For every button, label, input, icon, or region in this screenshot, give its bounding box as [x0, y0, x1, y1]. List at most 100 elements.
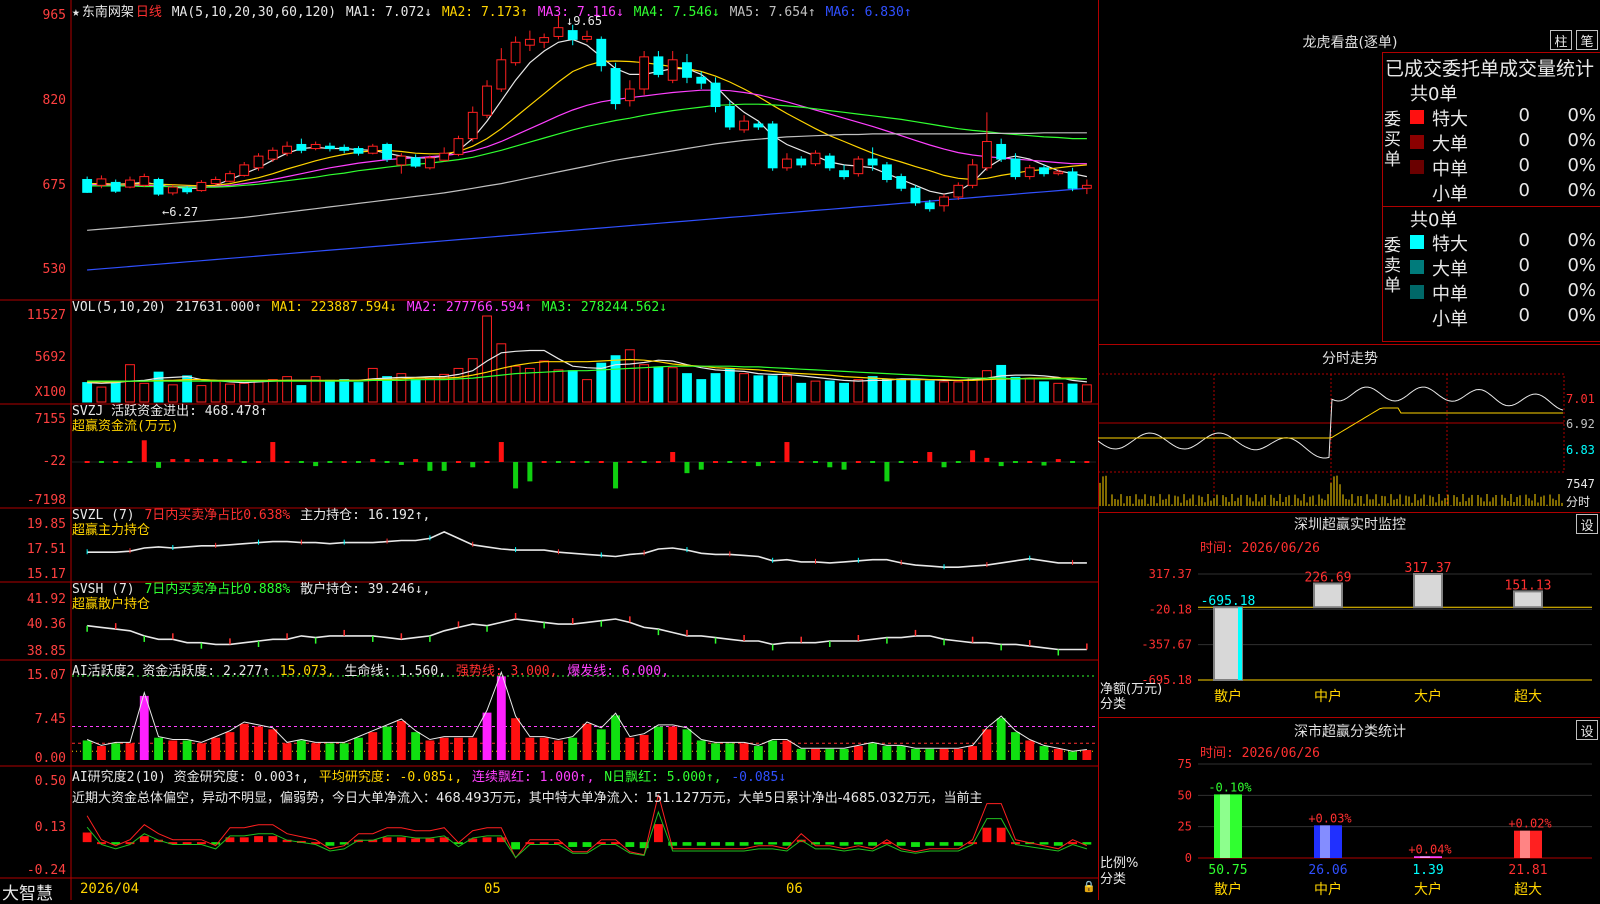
candle-body: [325, 145, 335, 150]
volume-bar: [267, 379, 278, 403]
fenshi-chart[interactable]: [1098, 366, 1600, 511]
ai-bar: [596, 729, 606, 760]
svzj-bar: [527, 462, 533, 482]
svzl-axis-mid: 17.51: [26, 542, 66, 557]
volume-bar: [967, 377, 978, 403]
ai-bar: [996, 718, 1006, 760]
ai-bar: [568, 737, 578, 760]
ai2-axis-bot: -0.24: [26, 863, 66, 878]
candle-body: [482, 85, 492, 116]
fenshi-top-border: [1098, 344, 1600, 345]
ma-item-4: MA5: 7.654↑: [729, 5, 824, 20]
ai-item-4: 爆发线: 6.000,: [567, 664, 669, 679]
candle-body: [753, 123, 764, 128]
svzl-axis-bot: 15.17: [26, 567, 66, 582]
ai-bar: [582, 723, 592, 760]
buy-row-name: 小单: [1432, 184, 1468, 205]
svzj-bar: [798, 461, 804, 463]
zhu-button[interactable]: 柱: [1550, 30, 1572, 50]
volume-bar: [82, 382, 93, 403]
ai-bar: [196, 743, 206, 760]
main-chart-canvas[interactable]: [0, 0, 1098, 900]
buy-row-color-swatch: [1410, 135, 1424, 149]
vol-header: VOL(5,10,20) 217631.000↑ MA1: 223887.594…: [72, 300, 671, 315]
candle-body: [967, 164, 978, 186]
candle-body: [267, 149, 278, 160]
svzj-bar: [127, 461, 133, 463]
sell-row-pct: 0%: [1567, 305, 1596, 326]
ai2-bar: [539, 842, 549, 845]
sell-side-label: 委卖单: [1384, 236, 1401, 296]
ai-bar: [1025, 740, 1035, 760]
ai-bar: [325, 743, 335, 760]
volume-bar: [1024, 378, 1035, 403]
ai-bar: [211, 737, 221, 760]
ai-bar: [653, 726, 663, 760]
candle-body: [367, 145, 378, 154]
monitor-bar-label: 226.69: [1305, 570, 1352, 585]
sell-row-count: 0: [1518, 280, 1530, 301]
volume-bar: [1039, 381, 1049, 403]
volume-bar: [981, 370, 992, 403]
volume-bar: [139, 382, 150, 403]
monitor-bar-大户: [1413, 573, 1443, 609]
candle-body: [1053, 171, 1064, 175]
candle-body: [639, 56, 650, 90]
candle-body: [210, 178, 221, 185]
ai-bar: [382, 726, 392, 760]
sell-row-count: 0: [1518, 255, 1530, 276]
ai-axis-top: 15.07: [26, 668, 66, 683]
class-category-label: 散户: [1214, 881, 1242, 898]
volume-bar: [125, 364, 135, 403]
ai2-bar: [382, 837, 392, 843]
ai-item-1: 15.073,: [279, 664, 343, 679]
monitor-settings-button[interactable]: 设: [1576, 514, 1598, 534]
ai2-bar: [482, 837, 492, 843]
date-jun: 06: [786, 881, 803, 897]
candle-body: [453, 138, 464, 155]
ai-bar: [468, 737, 478, 760]
svzl-header: SVZL (7) 7日内买卖净占比0.638% 主力持仓: 16.192↑, 超…: [72, 508, 432, 538]
ai2-bar: [753, 842, 763, 845]
volume-bar: [553, 369, 564, 403]
ai-bar: [411, 732, 421, 760]
candle-body: [567, 30, 578, 40]
candle-body: [867, 158, 878, 166]
volume-bar: [924, 380, 935, 403]
svzj-bar: [827, 462, 833, 468]
sell-row-color-swatch: [1410, 235, 1424, 249]
bi-button[interactable]: 笔: [1576, 30, 1598, 50]
period-label[interactable]: 日线: [136, 5, 162, 20]
ai-bar: [739, 743, 749, 760]
monitor-title: 深圳超赢实时监控: [1294, 517, 1406, 533]
svzj-bar: [298, 461, 304, 463]
ai-axis-bot: 0.00: [34, 751, 66, 766]
svzj-bar: [1055, 459, 1061, 462]
volume-bar: [767, 375, 778, 403]
ai-item-0: AI活跃度2 资金活跃度: 2.277↑: [72, 664, 278, 679]
vol-ma-line-MA1: [87, 349, 1087, 384]
svzj-bar: [313, 462, 319, 467]
ai2-axis-mid: 0.13: [34, 820, 66, 835]
ma-item-3: MA4: 7.546↓: [633, 5, 728, 20]
ai-bar: [168, 740, 178, 760]
ai-bar: [611, 715, 620, 760]
ai-bar: [839, 748, 849, 760]
date-may: 05: [484, 881, 501, 897]
candle-body: [167, 186, 178, 194]
svzj-bar: [813, 461, 819, 463]
ai2-bar: [225, 837, 235, 843]
volume-bar: [896, 378, 907, 403]
buy-row-pct: 0%: [1567, 105, 1596, 126]
svzj-bar: [341, 461, 347, 463]
monitor-axis-label: -20.18: [1149, 602, 1192, 616]
svzj-bar: [184, 459, 190, 462]
volume-bar: [696, 379, 707, 403]
svzj-bar: [598, 461, 604, 463]
class-category-label: 大户: [1414, 881, 1442, 898]
svzj-bar: [855, 461, 861, 463]
candle-body: [239, 164, 250, 176]
lock-icon[interactable]: 🔒: [1082, 880, 1096, 893]
svzj-bar: [955, 461, 961, 463]
class-settings-button[interactable]: 设: [1576, 720, 1598, 740]
